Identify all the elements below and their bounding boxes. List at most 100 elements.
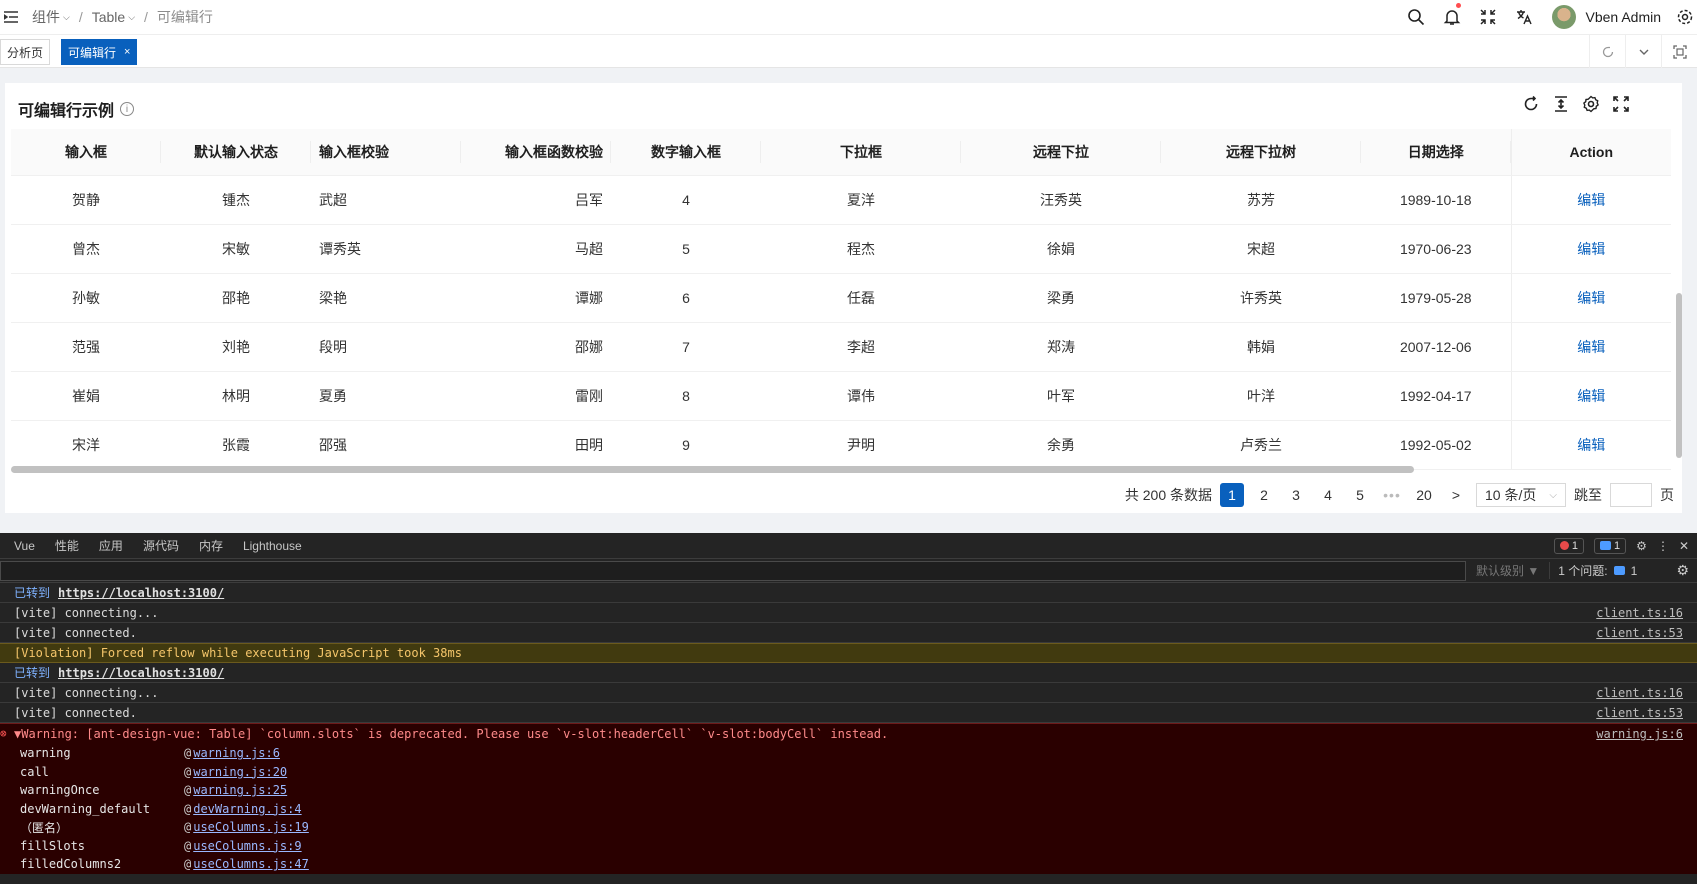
column-header[interactable]: 下拉框	[761, 129, 961, 176]
table-cell[interactable]: 苏芳	[1161, 175, 1361, 225]
edit-link[interactable]: 编辑	[1577, 388, 1605, 404]
column-header[interactable]: 日期选择	[1361, 129, 1511, 176]
stack-location-link[interactable]: warning.js:25	[193, 783, 287, 797]
table-cell[interactable]: 范强	[11, 322, 161, 372]
table-cell[interactable]: 吕军	[461, 175, 611, 225]
console-filter-input[interactable]	[0, 560, 1466, 581]
redo-icon[interactable]	[1522, 95, 1540, 113]
page-button[interactable]: 4	[1316, 483, 1340, 507]
table-cell[interactable]: 李超	[761, 322, 961, 372]
table-cell[interactable]: 曾杰	[11, 224, 161, 274]
column-height-icon[interactable]	[1552, 95, 1570, 113]
settings-gear-icon[interactable]	[1673, 0, 1697, 34]
table-cell[interactable]: 叶军	[961, 371, 1161, 421]
fold-expand-icon[interactable]	[1661, 35, 1697, 68]
source-link[interactable]: client.ts:16	[1596, 686, 1683, 700]
user-dropdown[interactable]: Vben Admin	[1551, 5, 1661, 29]
table-cell[interactable]: 许秀英	[1161, 273, 1361, 323]
table-cell[interactable]: 雷刚	[461, 371, 611, 421]
table-cell[interactable]: 汪秀英	[961, 175, 1161, 225]
page-size-select[interactable]: 10 条/页 ⌵	[1476, 483, 1566, 507]
table-cell[interactable]: 孙敏	[11, 273, 161, 323]
close-icon[interactable]: ×	[124, 46, 130, 58]
column-header[interactable]: 远程下拉	[961, 129, 1161, 176]
table-cell[interactable]: 郑涛	[961, 322, 1161, 372]
issues-counter[interactable]: 1 个问题: 1	[1549, 562, 1645, 579]
source-link[interactable]: client.ts:53	[1596, 626, 1683, 640]
search-icon[interactable]	[1398, 0, 1434, 34]
chevron-down-icon[interactable]	[1625, 35, 1661, 68]
log-level-select[interactable]: 默认级别 ▼	[1466, 562, 1549, 579]
table-cell[interactable]: 2007-12-06	[1361, 322, 1511, 372]
page-button[interactable]: 1	[1220, 483, 1244, 507]
column-header[interactable]: 数字输入框	[611, 129, 761, 176]
error-message-row[interactable]: ⊗ ▼Warning: [ant-design-vue: Table] `colu…	[0, 724, 1697, 744]
page-ellipsis[interactable]: •••	[1380, 483, 1404, 507]
table-cell[interactable]: 邵娜	[461, 322, 611, 372]
horizontal-scrollbar[interactable]	[11, 466, 1414, 473]
breadcrumb-item[interactable]: 组件 ⌵	[32, 7, 70, 27]
table-cell[interactable]: 4	[611, 175, 761, 225]
edit-link[interactable]: 编辑	[1577, 437, 1605, 453]
table-cell[interactable]: 1970-06-23	[1361, 224, 1511, 274]
bell-icon[interactable]	[1434, 0, 1470, 34]
table-cell[interactable]: 贺静	[11, 175, 161, 225]
jump-page-input[interactable]	[1610, 483, 1652, 507]
table-cell[interactable]: 韩娟	[1161, 322, 1361, 372]
breadcrumb-item[interactable]: Table ⌵	[92, 9, 135, 25]
edit-link[interactable]: 编辑	[1577, 241, 1605, 257]
table-cell[interactable]: 8	[611, 371, 761, 421]
table-cell[interactable]: 邵强	[311, 420, 461, 470]
message-count-badge[interactable]: 1	[1594, 537, 1627, 554]
table-cell[interactable]: 锺杰	[161, 175, 311, 225]
page-button[interactable]: 3	[1284, 483, 1308, 507]
table-cell[interactable]: 余勇	[961, 420, 1161, 470]
table-cell[interactable]: 谭娜	[461, 273, 611, 323]
devtools-tab[interactable]: 性能	[45, 537, 89, 554]
source-link[interactable]: client.ts:16	[1596, 606, 1683, 620]
column-header[interactable]: 输入框	[11, 129, 161, 176]
fullscreen-icon[interactable]	[1612, 95, 1630, 113]
table-cell[interactable]: 夏勇	[311, 371, 461, 421]
stack-location-link[interactable]: useColumns.js:47	[193, 857, 309, 871]
column-header[interactable]: 输入框函数校验	[461, 129, 611, 176]
table-cell[interactable]: 宋洋	[11, 420, 161, 470]
table-cell[interactable]: 5	[611, 224, 761, 274]
table-cell[interactable]: 6	[611, 273, 761, 323]
next-page-button[interactable]: >	[1444, 483, 1468, 507]
devtools-tab[interactable]: Vue	[0, 539, 45, 553]
devtools-tab[interactable]: 内存	[189, 537, 233, 554]
stack-location-link[interactable]: devWarning.js:4	[193, 802, 301, 816]
table-cell[interactable]: 张霞	[161, 420, 311, 470]
edit-link[interactable]: 编辑	[1577, 290, 1605, 306]
table-cell[interactable]: 谭伟	[761, 371, 961, 421]
table-cell[interactable]: 宋超	[1161, 224, 1361, 274]
stack-location-link[interactable]: warning.js:6	[193, 746, 280, 760]
source-link[interactable]: warning.js:6	[1596, 727, 1683, 741]
devtools-settings-icon[interactable]: ⚙	[1636, 539, 1647, 553]
setting-icon[interactable]	[1582, 95, 1600, 113]
table-cell[interactable]: 马超	[461, 224, 611, 274]
table-cell[interactable]: 宋敏	[161, 224, 311, 274]
tab-analysis[interactable]: 分析页	[0, 39, 51, 65]
table-cell[interactable]: 武超	[311, 175, 461, 225]
stack-location-link[interactable]: warning.js:20	[193, 765, 287, 779]
page-button[interactable]: 5	[1348, 483, 1372, 507]
table-cell[interactable]: 7	[611, 322, 761, 372]
table-cell[interactable]: 1992-05-02	[1361, 420, 1511, 470]
devtools-tab[interactable]: 源代码	[133, 537, 189, 554]
table-cell[interactable]: 崔娟	[11, 371, 161, 421]
table-cell[interactable]: 夏洋	[761, 175, 961, 225]
vertical-scrollbar[interactable]	[1676, 293, 1682, 458]
page-button[interactable]: 2	[1252, 483, 1276, 507]
navigated-url[interactable]: https://localhost:3100/	[58, 666, 224, 680]
table-cell[interactable]: 1989-10-18	[1361, 175, 1511, 225]
source-link[interactable]: client.ts:53	[1596, 706, 1683, 720]
column-header[interactable]: 默认输入状态	[161, 129, 311, 176]
table-cell[interactable]: 刘艳	[161, 322, 311, 372]
edit-link[interactable]: 编辑	[1577, 192, 1605, 208]
table-cell[interactable]: 梁艳	[311, 273, 461, 323]
more-vertical-icon[interactable]: ⋮	[1657, 539, 1669, 553]
stack-location-link[interactable]: useColumns.js:19	[193, 820, 309, 834]
translate-icon[interactable]	[1506, 0, 1542, 34]
